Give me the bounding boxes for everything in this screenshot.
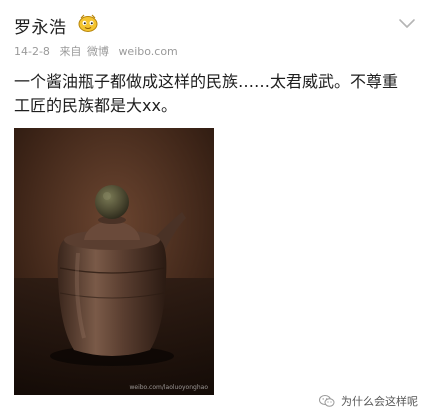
source-domain: weibo.com	[118, 45, 178, 58]
soy-sauce-pot-image	[14, 128, 214, 395]
photo-watermark: weibo.com/laoluoyonghao	[129, 384, 208, 391]
wechat-watermark: 为什么会这样呢	[319, 393, 418, 409]
wechat-icon	[319, 395, 335, 407]
post-meta: 14-2-8 来自 微博 weibo.com	[14, 43, 184, 59]
post-photo[interactable]: weibo.com/laoluoyonghao	[14, 128, 214, 395]
weibo-post-screenshot: 罗永浩 14-2-8 来自 微博 weibo.com 一个酱油瓶子都做成这样的民…	[0, 0, 428, 415]
source-link[interactable]: 微博	[87, 45, 109, 58]
author-name[interactable]: 罗永浩	[14, 13, 67, 38]
wechat-account-name: 为什么会这样呢	[341, 395, 418, 408]
from-label: 来自	[59, 45, 82, 58]
post-text: 一个酱油瓶子都做成这样的民族……太君威武。不尊重 工匠的民族都是大xx。	[14, 70, 418, 118]
vip-badge-icon	[78, 14, 98, 32]
post-date: 14-2-8	[14, 45, 50, 58]
chevron-down-icon[interactable]	[398, 18, 416, 30]
post-text-line-2: 工匠的民族都是大xx。	[14, 96, 177, 115]
post-text-line-1: 一个酱油瓶子都做成这样的民族……太君威武。不尊重	[14, 72, 399, 91]
